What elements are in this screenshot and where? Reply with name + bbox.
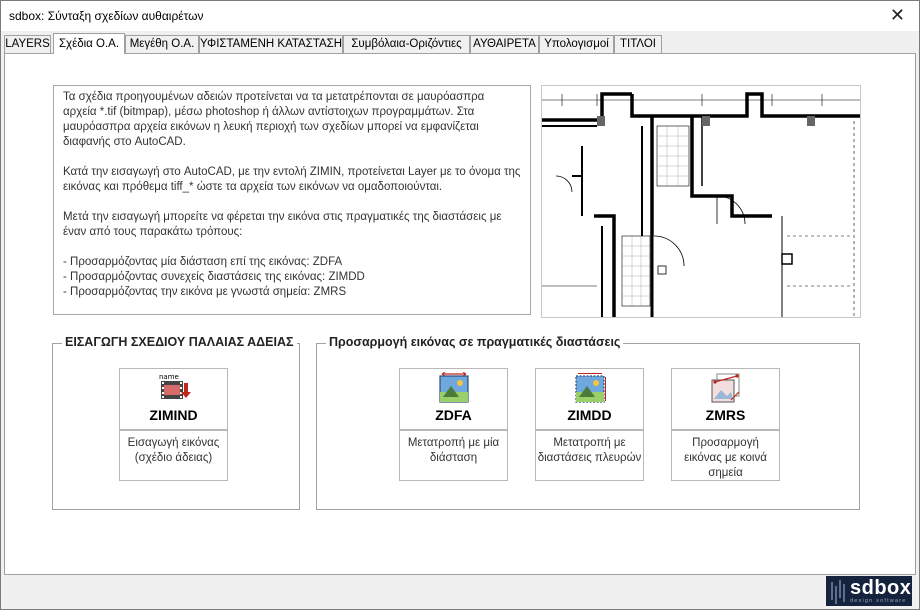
title-bar: sdbox: Σύνταξη σχεδίων αυθαιρέτων ✕ [1,1,919,31]
logo-name: sdbox [850,577,912,599]
zimind-button[interactable]: name ZIMIND [119,368,228,430]
info-line-zdfa: - Προσαρμόζοντας μία διάσταση επί της ει… [63,256,343,268]
info-paragraph-3: Μετά την εισαγωγή μπορείτε να φέρεται τη… [63,211,502,238]
zdfa-button[interactable]: ZDFA [399,368,508,430]
floor-plan-drawing [542,92,860,317]
tab-sxedia-oa[interactable]: Σχέδια Ο.Α. [53,33,125,54]
tab-symvolaia-orizonties[interactable]: Συμβόλαια-Οριζόντιες [343,35,470,53]
sdbox-logo: sdbox design software [826,576,912,606]
tab-ypologismoi[interactable]: Υπολογισμοί [539,35,614,53]
image-points-icon [709,372,743,404]
tab-afthaireta[interactable]: ΑΥΘΑΙΡΕΤΑ [470,35,539,53]
logo-tagline: design software [850,598,907,604]
info-paragraph-2: Κατά την εισαγωγή στο AutoCAD, με την εν… [63,166,521,193]
zimdd-label: ZIMDD [567,407,612,423]
main-window: sdbox: Σύνταξη σχεδίων αυθαιρέτων ✕ LAYE… [0,0,920,610]
zdfa-label: ZDFA [435,407,472,423]
film-import-icon: name [157,372,191,404]
import-group-title: ΕΙΣΑΓΩΓΗ ΣΧΕΔΙΟΥ ΠΑΛΑΙΑΣ ΑΔΕΙΑΣ [62,335,297,349]
zimind-label: ZIMIND [149,407,198,423]
close-icon[interactable]: ✕ [890,5,905,25]
info-line-zimdd: - Προσαρμόζοντας συνεχείς διαστάσεις της… [63,271,365,283]
zmrs-label: ZMRS [705,407,746,423]
info-paragraph-1: Τα σχέδια προηγουμένων αδειών προτείνετα… [63,91,485,148]
tab-yfistameni-katastasi[interactable]: ΥΦΙΣΤΑΜΕΝΗ ΚΑΤΑΣΤΑΣΗ [199,35,343,53]
tab-titloi[interactable]: ΤΙΤΛΟΙ [614,35,662,53]
image-dimension-icon [437,371,471,404]
adjust-group-title: Προσαρμογή εικόνας σε πραγματικές διαστά… [326,335,624,349]
tab-megethi-oa[interactable]: Μεγέθη Ο.Α. [125,35,199,53]
instructions-textbox[interactable]: Τα σχέδια προηγουμένων αδειών προτείνετα… [53,85,531,315]
bottom-bar [1,575,919,609]
zimdd-description: Μετατροπή με διαστάσεις πλευρών [535,430,644,481]
info-line-zmrs: - Προσαρμόζοντας την εικόνα με γνωστά ση… [63,286,347,298]
logo-mark-icon [831,580,845,604]
zimind-description: Εισαγωγή εικόνας (σχέδιο άδειας) [119,430,228,481]
floor-plan-preview [541,85,861,318]
tab-layers[interactable]: LAYERS [4,35,51,53]
zdfa-description: Μετατροπή με μία διάσταση [399,430,508,481]
zimdd-button[interactable]: ZIMDD [535,368,644,430]
zmrs-description: Προσαρμογή εικόνας με κοινά σημεία [671,430,780,481]
window-title: sdbox: Σύνταξη σχεδίων αυθαιρέτων [9,9,204,23]
image-dimensions-icon [573,372,607,404]
zmrs-button[interactable]: ZMRS [671,368,780,430]
icon-name-text: name [159,373,179,381]
